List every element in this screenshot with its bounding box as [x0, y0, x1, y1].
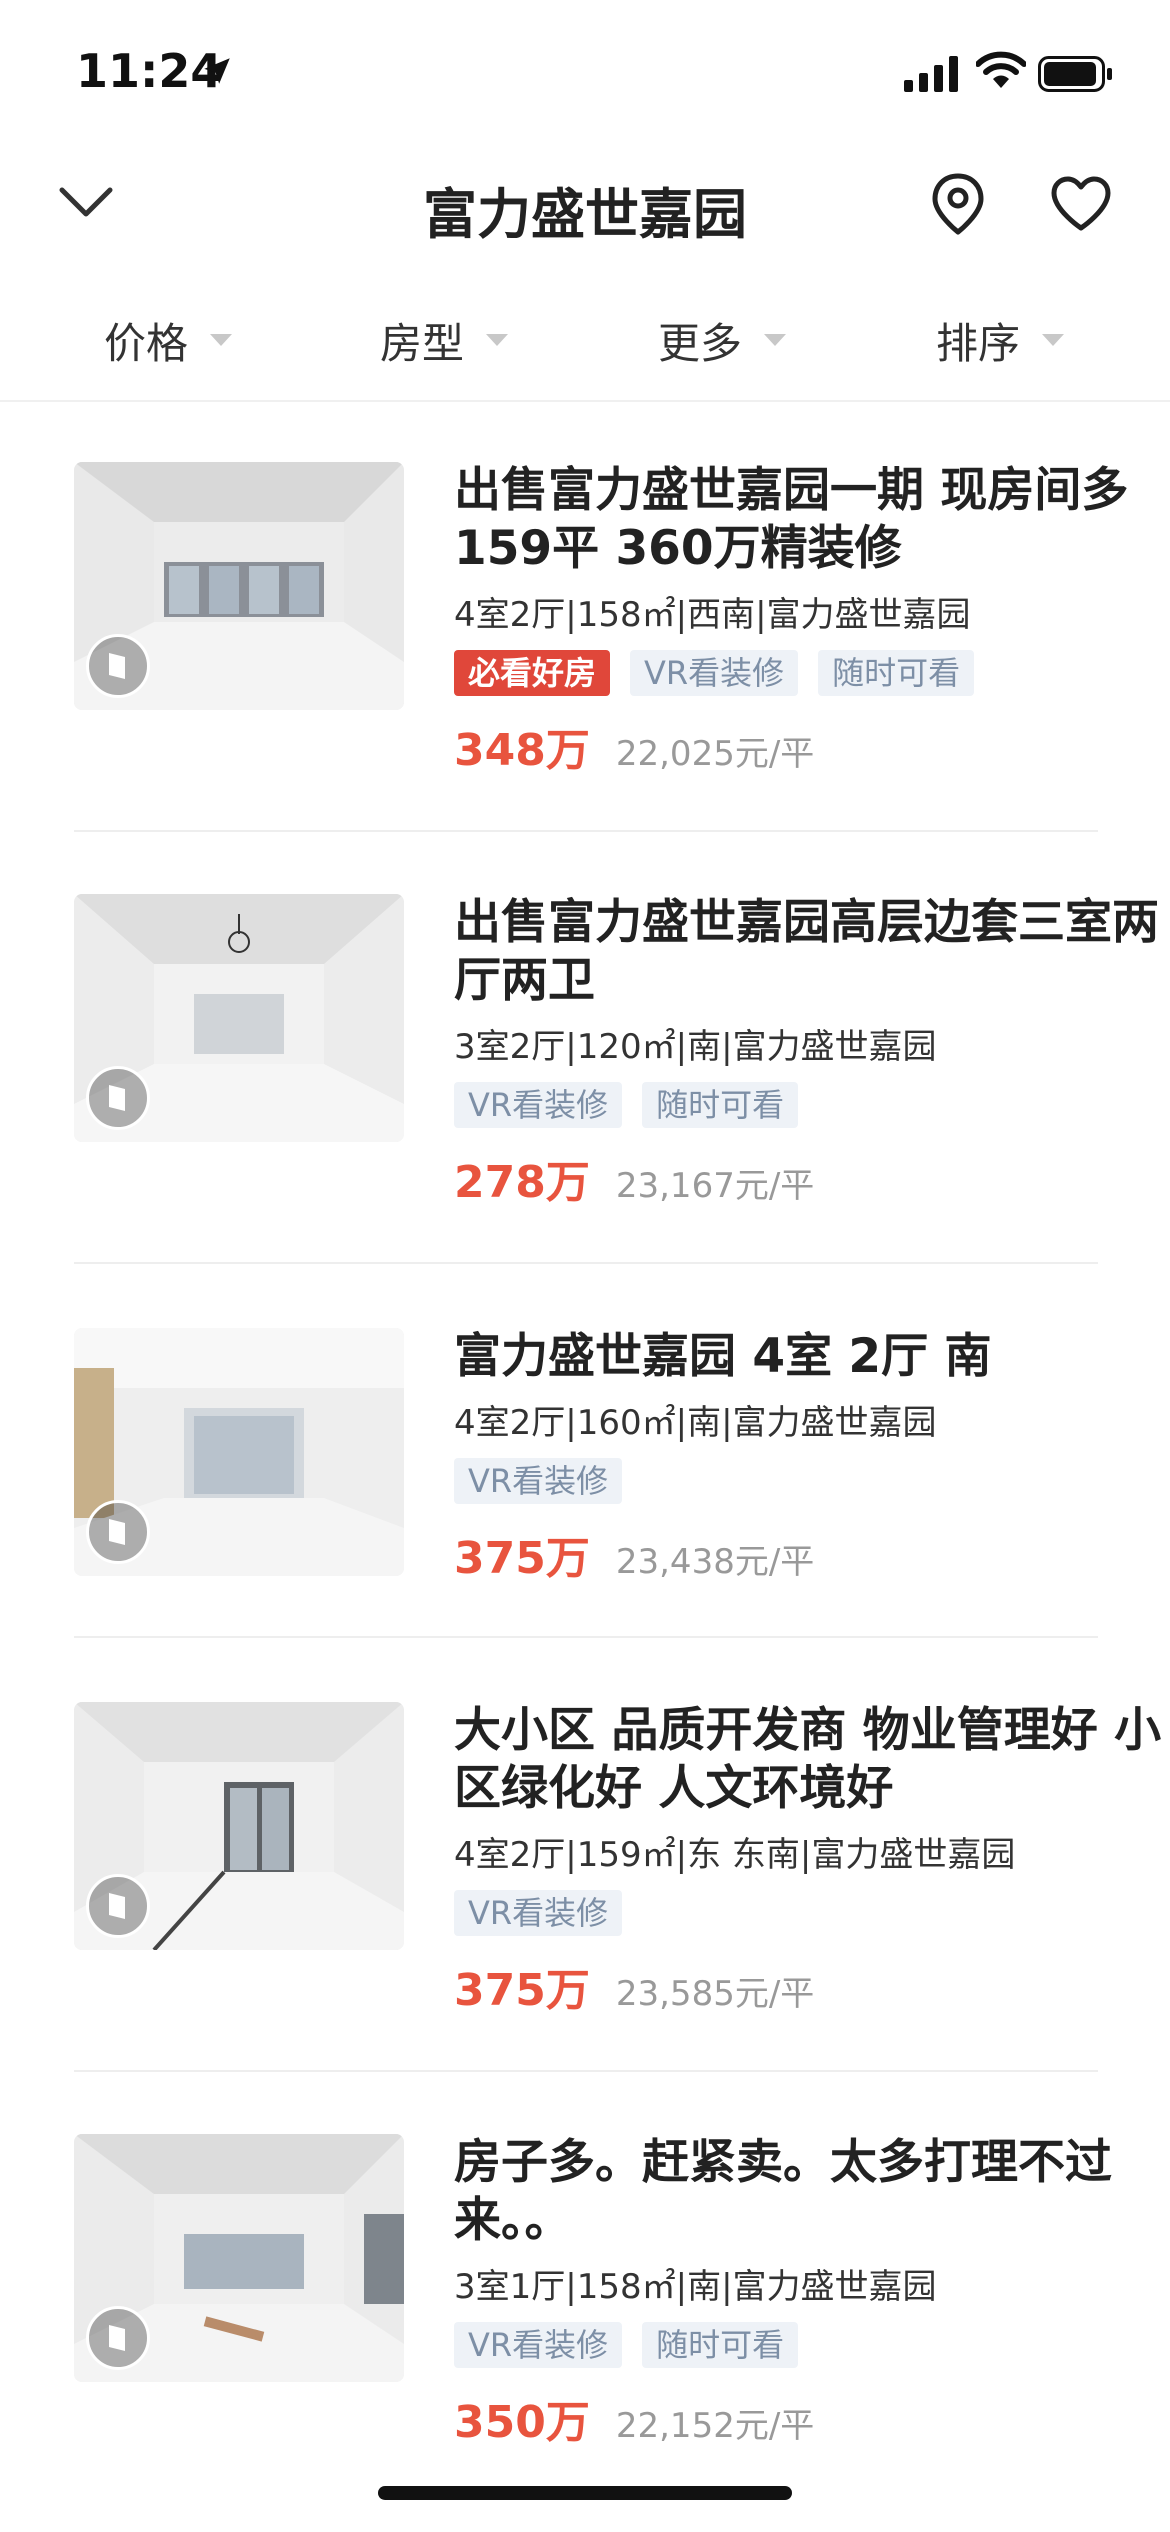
filter-more[interactable]: 更多 — [658, 310, 787, 370]
listing-meta: 4室2厅|159㎡|东 东南|富力盛世嘉园 — [454, 1835, 1016, 1875]
caret-down-icon — [764, 334, 787, 346]
divider — [74, 1636, 1098, 1638]
listing-unit-price: 23,438元/平 — [615, 1542, 815, 1582]
map-pin-icon[interactable] — [928, 172, 988, 238]
listing-card[interactable]: 大小区 品质开发商 物业管理好 小区绿化好 人文环境好 4室2厅|159㎡|东 … — [74, 1702, 1161, 2016]
filter-layout[interactable]: 房型 — [380, 310, 509, 370]
tag-viewable-anytime: 随时可看 — [642, 2322, 799, 2368]
tag-must-see: 必看好房 — [454, 650, 611, 696]
listing-price: 375万 — [454, 1533, 590, 1584]
page-title: 富力盛世嘉园 — [423, 183, 747, 246]
divider — [74, 830, 1098, 832]
listing-title[interactable]: 出售富力盛世嘉园高层边套三室两厅两卫 — [454, 894, 1170, 1010]
listing-photo[interactable] — [74, 2134, 404, 2382]
listing-card[interactable]: 出售富力盛世嘉园一期 现房间多159平 360万精装修 4室2厅|158㎡|西南… — [74, 462, 1128, 776]
vr-tour-icon — [86, 1874, 150, 1938]
listing-title[interactable]: 出售富力盛世嘉园一期 现房间多159平 360万精装修 — [454, 462, 1170, 578]
filter-more-label: 更多 — [658, 318, 743, 368]
cellular-signal-icon — [904, 56, 958, 92]
listing-price: 278万 — [454, 1157, 590, 1208]
listing-meta: 3室2厅|120㎡|南|富力盛世嘉园 — [454, 1027, 937, 1067]
listing-info: 出售富力盛世嘉园一期 现房间多159平 360万精装修 4室2厅|158㎡|西南… — [454, 462, 1170, 778]
home-indicator[interactable] — [378, 2486, 792, 2500]
status-bar: 11:24 — [0, 0, 1170, 140]
caret-down-icon — [486, 334, 509, 346]
favorite-heart-icon[interactable] — [1050, 176, 1112, 232]
filter-sort-label: 排序 — [936, 318, 1021, 368]
listing-info: 房子多。赶紧卖。太多打理不过来。。 3室1厅|158㎡|南|富力盛世嘉园 VR看… — [454, 2134, 1170, 2450]
listing-tags: VR看装修 — [454, 1458, 1170, 1504]
filter-bar: 价格 房型 更多 排序 — [0, 290, 1170, 402]
listing-tags: VR看装修 — [454, 1890, 1170, 1936]
price-row: 375万 23,438元/平 — [454, 1522, 1170, 1586]
listing-tags: VR看装修 随时可看 — [454, 2322, 1170, 2368]
listing-meta: 4室2厅|158㎡|西南|富力盛世嘉园 — [454, 595, 971, 635]
filter-price-label: 价格 — [104, 318, 189, 368]
listing-price: 350万 — [454, 2397, 590, 2448]
listing-card[interactable]: 房子多。赶紧卖。太多打理不过来。。 3室1厅|158㎡|南|富力盛世嘉园 VR看… — [74, 2134, 1112, 2448]
tag-viewable-anytime: 随时可看 — [818, 650, 975, 696]
tag-vr-decoration: VR看装修 — [454, 2322, 623, 2368]
listing-tags: VR看装修 随时可看 — [454, 1082, 1170, 1128]
price-row: 348万 22,025元/平 — [454, 714, 1170, 778]
tag-vr-decoration: VR看装修 — [630, 650, 799, 696]
listing-title[interactable]: 大小区 品质开发商 物业管理好 小区绿化好 人文环境好 — [454, 1702, 1170, 1818]
filter-price[interactable]: 价格 — [104, 310, 233, 370]
vr-tour-icon — [86, 1066, 150, 1130]
listing-tags: 必看好房 VR看装修 随时可看 — [454, 650, 1170, 696]
listing-info: 富力盛世嘉园 4室 2厅 南 4室2厅|160㎡|南|富力盛世嘉园 VR看装修 … — [454, 1328, 1170, 1586]
vr-tour-icon — [86, 2306, 150, 2370]
battery-icon — [1038, 56, 1112, 92]
listing-photo[interactable] — [74, 1702, 404, 1950]
listing-info: 大小区 品质开发商 物业管理好 小区绿化好 人文环境好 4室2厅|159㎡|东 … — [454, 1702, 1170, 2018]
tag-vr-decoration: VR看装修 — [454, 1458, 623, 1504]
listing-photo[interactable] — [74, 894, 404, 1142]
listing-price: 348万 — [454, 725, 590, 776]
listing-title[interactable]: 房子多。赶紧卖。太多打理不过来。。 — [454, 2134, 1170, 2250]
caret-down-icon — [210, 334, 233, 346]
listing-unit-price: 22,025元/平 — [615, 734, 815, 774]
listing-meta: 3室1厅|158㎡|南|富力盛世嘉园 — [454, 2267, 937, 2307]
tag-vr-decoration: VR看装修 — [454, 1082, 623, 1128]
listing-unit-price: 23,167元/平 — [615, 1166, 815, 1206]
vr-tour-icon — [86, 634, 150, 698]
wifi-icon — [976, 51, 1026, 88]
listing-unit-price: 22,152元/平 — [615, 2406, 815, 2446]
price-row: 350万 22,152元/平 — [454, 2386, 1170, 2450]
tag-viewable-anytime: 随时可看 — [642, 1082, 799, 1128]
filter-layout-label: 房型 — [380, 318, 465, 368]
navigation-bar: 富力盛世嘉园 — [0, 150, 1170, 260]
listing-photo[interactable] — [74, 462, 404, 710]
filter-sort[interactable]: 排序 — [936, 310, 1065, 370]
listing-price: 375万 — [454, 1965, 590, 2016]
vr-tour-icon — [86, 1500, 150, 1564]
listing-meta: 4室2厅|160㎡|南|富力盛世嘉园 — [454, 1403, 937, 1443]
listing-info: 出售富力盛世嘉园高层边套三室两厅两卫 3室2厅|120㎡|南|富力盛世嘉园 VR… — [454, 894, 1170, 1210]
listing-photo[interactable] — [74, 1328, 404, 1576]
tag-vr-decoration: VR看装修 — [454, 1890, 623, 1936]
listing-unit-price: 23,585元/平 — [615, 1974, 815, 2014]
listing-card[interactable]: 出售富力盛世嘉园高层边套三室两厅两卫 3室2厅|120㎡|南|富力盛世嘉园 VR… — [74, 894, 1159, 1208]
divider — [74, 2070, 1098, 2072]
divider — [74, 1262, 1098, 1264]
location-arrow-icon — [204, 58, 230, 84]
listing-card[interactable]: 富力盛世嘉园 4室 2厅 南 4室2厅|160㎡|南|富力盛世嘉园 VR看装修 … — [74, 1328, 1098, 1584]
price-row: 278万 23,167元/平 — [454, 1146, 1170, 1210]
price-row: 375万 23,585元/平 — [454, 1954, 1170, 2018]
caret-down-icon — [1042, 334, 1065, 346]
listing-title[interactable]: 富力盛世嘉园 4室 2厅 南 — [454, 1328, 1170, 1386]
